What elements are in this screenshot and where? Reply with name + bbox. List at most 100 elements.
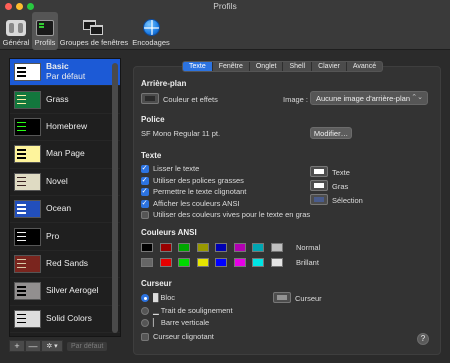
- tab-keyboard[interactable]: Clavier: [312, 62, 347, 71]
- gear-menu-button[interactable]: ✲ ▾: [41, 340, 63, 352]
- profile-name-block: Novel: [46, 175, 68, 187]
- profile-item[interactable]: Pro: [10, 223, 120, 251]
- text-color-well[interactable]: [310, 194, 328, 205]
- profile-item[interactable]: Novel: [10, 169, 120, 196]
- cursor-color-swatch: [277, 295, 287, 300]
- modify-font-button[interactable]: Modifier…: [310, 127, 352, 139]
- settings-tabs: Texte Fenêtre Onglet Shell Clavier Avanc…: [182, 61, 384, 72]
- text-option-checkbox[interactable]: [141, 186, 149, 196]
- background-color-well[interactable]: [141, 93, 159, 104]
- profile-list-scrollbar[interactable]: [112, 63, 118, 333]
- text-option-checkbox[interactable]: [141, 175, 149, 185]
- profile-list[interactable]: Basic Par défaut Grass Homebrew Man Page Nove…: [9, 58, 121, 337]
- profile-item[interactable]: Man Page: [10, 141, 120, 169]
- tab-shell[interactable]: Shell: [283, 62, 313, 71]
- text-color-label: Gras: [332, 182, 349, 191]
- ansi-normal-swatch[interactable]: [141, 243, 153, 252]
- profile-name: Red Sands: [46, 258, 89, 269]
- cursor-color-well[interactable]: [273, 292, 291, 303]
- add-profile-button[interactable]: +: [9, 340, 25, 352]
- profile-name-block: Silver Aerogel: [46, 286, 98, 296]
- text-option-label: Afficher les couleurs ANSI: [153, 198, 240, 208]
- ansi-bright-swatch[interactable]: [159, 258, 172, 267]
- cursor-section-title: Curseur: [141, 279, 172, 288]
- profile-thumbnail: [14, 145, 41, 164]
- text-color-well[interactable]: [310, 180, 328, 191]
- tab-window[interactable]: Fenêtre: [213, 62, 250, 71]
- ansi-bright-swatch[interactable]: [252, 258, 264, 267]
- ansi-normal-swatch[interactable]: [178, 243, 190, 252]
- cursor-style-radio[interactable]: [141, 294, 149, 302]
- toolbar-general[interactable]: Général: [0, 12, 32, 50]
- text-option-label: Permettre le texte clignotant: [153, 187, 247, 196]
- help-button[interactable]: ?: [417, 333, 429, 345]
- profile-name: Man Page: [46, 148, 85, 159]
- ansi-normal-swatch[interactable]: [215, 243, 227, 252]
- toolbar-profiles[interactable]: Profils: [32, 12, 58, 50]
- profile-name: Pro: [46, 230, 60, 241]
- text-option-checkbox[interactable]: [141, 163, 149, 173]
- profile-name: Novel: [46, 175, 68, 186]
- window-group-icon: [83, 20, 105, 36]
- profile-item[interactable]: Red Sands: [10, 251, 120, 279]
- ansi-normal-swatch[interactable]: [196, 243, 209, 252]
- toolbar-label: Profils: [34, 38, 56, 47]
- profile-item[interactable]: Basic Par défaut: [10, 59, 120, 87]
- font-value: SF Mono Regular 11 pt.: [141, 129, 221, 138]
- terminal-icon: [36, 20, 54, 36]
- ansi-bright-swatch[interactable]: [178, 258, 190, 267]
- ansi-bright-swatch[interactable]: [141, 258, 153, 267]
- profile-name-block: Man Page: [46, 149, 85, 159]
- ansi-bright-swatch[interactable]: [270, 258, 283, 267]
- cursor-blink-label: Curseur clignotant: [153, 332, 214, 341]
- cursor-style-radio[interactable]: [141, 306, 149, 315]
- profile-item[interactable]: Homebrew: [10, 114, 120, 142]
- profile-thumbnail: [14, 117, 41, 136]
- profile-name-block: Homebrew: [46, 121, 88, 132]
- profile-name: Ocean: [46, 203, 72, 214]
- profile-name-block: Grass: [46, 93, 69, 105]
- cursor-style-radio[interactable]: [141, 319, 149, 327]
- ansi-bright-swatch[interactable]: [215, 258, 227, 267]
- toolbar-encodings[interactable]: Encodages: [130, 12, 172, 50]
- text-option-label: Utiliser des couleurs vives pour le text…: [153, 210, 311, 219]
- ansi-normal-swatch[interactable]: [159, 243, 172, 252]
- remove-profile-button[interactable]: —: [25, 340, 41, 352]
- text-option-label: Lisser le texte: [153, 164, 200, 173]
- toolbar-label: Groupes de fenêtres: [59, 38, 129, 47]
- profile-item[interactable]: Silver Aerogel: [10, 278, 120, 306]
- font-section-title: Police: [141, 115, 165, 124]
- ansi-bright-swatch[interactable]: [233, 258, 246, 267]
- ansi-normal-swatch[interactable]: [252, 243, 264, 252]
- toolbar-label: Encodages: [132, 38, 170, 47]
- cursor-blink-checkbox[interactable]: [141, 333, 149, 341]
- profile-item[interactable]: Grass: [10, 86, 120, 114]
- tab-tab[interactable]: Onglet: [250, 62, 284, 71]
- window-title: Profils: [213, 1, 237, 11]
- text-option-checkbox[interactable]: [141, 198, 149, 208]
- ansi-normal-swatch[interactable]: [270, 243, 283, 252]
- background-image-value: Aucune image d'arrière-plan: [316, 94, 410, 103]
- profile-name: Homebrew: [46, 121, 88, 132]
- ansi-normal-label: Normal: [296, 243, 321, 252]
- text-color-swatch: [314, 169, 324, 174]
- tab-advanced[interactable]: Avancé: [347, 62, 382, 71]
- switch-icon: [6, 20, 26, 36]
- background-color-swatch: [145, 96, 155, 101]
- cursor-color-label: Curseur: [295, 294, 322, 303]
- toolbar-window-groups[interactable]: Groupes de fenêtres: [58, 12, 130, 50]
- text-option-checkbox[interactable]: [141, 211, 149, 219]
- cursor-style-label: ▏ Barre verticale: [153, 318, 210, 327]
- tab-text[interactable]: Texte: [183, 62, 213, 71]
- profile-item[interactable]: Solid Colors: [10, 306, 120, 333]
- profile-thumbnail: [14, 227, 41, 246]
- set-default-button[interactable]: Par défaut: [67, 341, 108, 351]
- ansi-normal-swatch[interactable]: [233, 243, 246, 252]
- profile-thumbnail: [14, 282, 41, 301]
- profile-item[interactable]: Ocean: [10, 196, 120, 224]
- profile-name: Grass: [46, 93, 69, 104]
- text-color-well[interactable]: [310, 166, 328, 177]
- ansi-bright-swatch[interactable]: [196, 258, 209, 267]
- globe-icon: [142, 19, 160, 36]
- background-image-select[interactable]: Aucune image d'arrière-plan ⌃⌄: [310, 91, 428, 105]
